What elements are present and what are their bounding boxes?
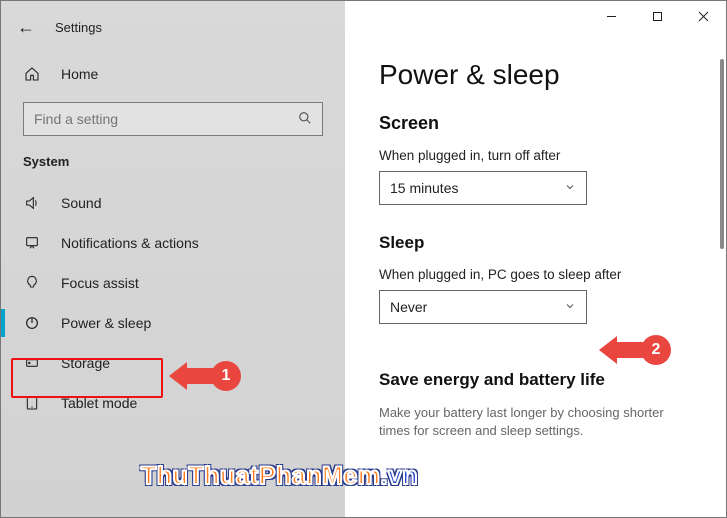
sidebar-item-label: Focus assist — [61, 275, 139, 291]
screen-timeout-dropdown[interactable]: 15 minutes — [379, 171, 587, 205]
sidebar-item-storage[interactable]: Storage — [1, 343, 345, 383]
sidebar-item-label: Power & sleep — [61, 315, 151, 331]
titlebar: ← Settings — [1, 11, 345, 56]
screen-timeout-value: 15 minutes — [390, 180, 458, 196]
save-description: Make your battery last longer by choosin… — [379, 404, 692, 440]
sidebar: ← Settings Home System Sound — [1, 1, 345, 517]
section-screen-heading: Screen — [379, 113, 692, 134]
sidebar-item-home[interactable]: Home — [1, 56, 345, 92]
storage-icon — [23, 355, 41, 371]
sidebar-item-label: Tablet mode — [61, 395, 137, 411]
sidebar-item-tablet-mode[interactable]: Tablet mode — [1, 383, 345, 423]
power-icon — [23, 315, 41, 331]
sidebar-item-label: Storage — [61, 355, 110, 371]
main-content: Power & sleep Screen When plugged in, tu… — [345, 1, 726, 517]
settings-window: ← Settings Home System Sound — [0, 0, 727, 518]
sidebar-item-power-sleep[interactable]: Power & sleep — [1, 303, 345, 343]
sleep-timeout-dropdown[interactable]: Never — [379, 290, 587, 324]
maximize-button[interactable] — [634, 1, 680, 31]
sidebar-item-label: Notifications & actions — [61, 235, 199, 251]
sleep-timeout-value: Never — [390, 299, 427, 315]
page-title: Power & sleep — [379, 59, 692, 91]
search-field[interactable] — [34, 111, 298, 127]
sidebar-group-system: System — [1, 154, 345, 183]
sleep-label: When plugged in, PC goes to sleep after — [379, 267, 692, 282]
screen-label: When plugged in, turn off after — [379, 148, 692, 163]
scrollbar[interactable] — [720, 59, 724, 249]
window-title: Settings — [55, 20, 102, 35]
home-icon — [23, 66, 41, 82]
sidebar-item-focus-assist[interactable]: Focus assist — [1, 263, 345, 303]
sidebar-item-label: Sound — [61, 195, 101, 211]
minimize-button[interactable] — [588, 1, 634, 31]
search-input[interactable] — [23, 102, 323, 136]
section-sleep-heading: Sleep — [379, 233, 692, 253]
search-icon — [298, 111, 312, 128]
back-arrow-icon[interactable]: ← — [17, 17, 35, 38]
sidebar-item-notifications[interactable]: Notifications & actions — [1, 223, 345, 263]
sound-icon — [23, 195, 41, 211]
sidebar-item-sound[interactable]: Sound — [1, 183, 345, 223]
close-button[interactable] — [680, 1, 726, 31]
section-save-heading: Save energy and battery life — [379, 370, 692, 390]
window-controls — [588, 1, 726, 31]
chevron-down-icon — [564, 180, 576, 196]
chevron-down-icon — [564, 299, 576, 315]
home-label: Home — [61, 66, 98, 82]
tablet-icon — [23, 395, 41, 411]
focus-assist-icon — [23, 275, 41, 291]
notifications-icon — [23, 235, 41, 251]
